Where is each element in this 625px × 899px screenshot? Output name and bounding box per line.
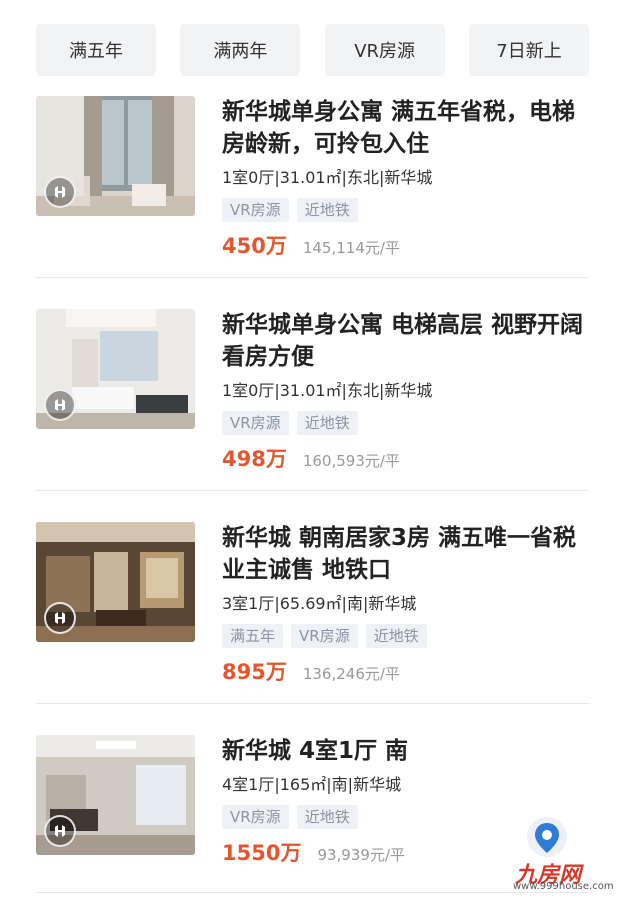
filter-man-wu-nian[interactable]: 满五年 [36, 24, 156, 76]
filter-new-7-days[interactable]: 7日新上 [468, 24, 589, 76]
list-item[interactable]: 新华城单身公寓 电梯高层 视野开阔 看房方便 1室0厅|31.01㎡|东北|新华… [36, 309, 589, 471]
vr-badge-icon [44, 176, 76, 208]
watermark-url: www.999house.com [513, 881, 614, 892]
tag-near-subway: 近地铁 [365, 624, 427, 648]
vr-badge-icon [44, 389, 76, 421]
list-item[interactable]: 新华城 朝南居家3房 满五唯一省税 业主诚售 地铁口 3室1厅|65.69㎡|南… [36, 522, 589, 684]
unit-price: 160,593元/平 [302, 452, 400, 470]
filter-vr[interactable]: VR房源 [324, 24, 445, 76]
listing-tags: 满五年 VR房源 近地铁 [222, 624, 589, 648]
unit-price: 145,114元/平 [302, 239, 400, 257]
listing-meta: 4室1厅|165㎡|南|新华城 [222, 775, 402, 794]
filter-bar: 满五年 满两年 VR房源 7日新上 [36, 24, 589, 76]
tag-man-wu-nian: 满五年 [222, 624, 284, 648]
total-price: 450万 [222, 234, 287, 258]
divider [36, 490, 589, 491]
listing-photo[interactable] [36, 96, 195, 216]
listing-info: 新华城单身公寓 满五年省税，电梯房龄新，可拎包入住 1室0厅|31.01㎡|东北… [222, 96, 589, 260]
price-row: 450万 145,114元/平 [222, 230, 589, 260]
vr-badge-icon [44, 602, 76, 634]
listing-title[interactable]: 新华城单身公寓 满五年省税，电梯房龄新，可拎包入住 [222, 96, 589, 160]
price-row: 895万 136,246元/平 [222, 656, 589, 686]
listing-title[interactable]: 新华城单身公寓 电梯高层 视野开阔 看房方便 [222, 309, 589, 373]
unit-price: 93,939元/平 [317, 846, 405, 864]
listing-title[interactable]: 新华城 朝南居家3房 满五唯一省税 业主诚售 地铁口 [222, 522, 589, 586]
listing-meta: 3室1厅|65.69㎡|南|新华城 [222, 594, 417, 613]
listing-meta: 1室0厅|31.01㎡|东北|新华城 [222, 381, 433, 400]
tag-vr: VR房源 [222, 411, 289, 435]
tag-near-subway: 近地铁 [296, 198, 358, 222]
tag-vr: VR房源 [291, 624, 358, 648]
listing-title[interactable]: 新华城 4室1厅 南 [222, 735, 589, 767]
filter-man-liang-nian[interactable]: 满两年 [180, 24, 301, 76]
tag-near-subway: 近地铁 [296, 805, 358, 829]
vr-badge-icon [44, 815, 76, 847]
listing-photo[interactable] [36, 735, 195, 855]
total-price: 895万 [222, 660, 287, 684]
listing-photo[interactable] [36, 522, 195, 642]
listing-info: 新华城单身公寓 电梯高层 视野开阔 看房方便 1室0厅|31.01㎡|东北|新华… [222, 309, 589, 473]
total-price: 1550万 [222, 841, 302, 865]
listing-tags: VR房源 近地铁 [222, 198, 589, 222]
price-row: 498万 160,593元/平 [222, 443, 589, 473]
divider [36, 277, 589, 278]
listing-tags: VR房源 近地铁 [222, 411, 589, 435]
listing-meta: 1室0厅|31.01㎡|东北|新华城 [222, 168, 433, 187]
tag-near-subway: 近地铁 [296, 411, 358, 435]
watermark-logo: 九房网 www.999house.com [507, 813, 617, 893]
unit-price: 136,246元/平 [302, 665, 400, 683]
total-price: 498万 [222, 447, 287, 471]
listing-photo[interactable] [36, 309, 195, 429]
divider [36, 703, 589, 704]
tag-vr: VR房源 [222, 805, 289, 829]
tag-vr: VR房源 [222, 198, 289, 222]
list-item[interactable]: 新华城单身公寓 满五年省税，电梯房龄新，可拎包入住 1室0厅|31.01㎡|东北… [36, 96, 589, 258]
listing-info: 新华城 朝南居家3房 满五唯一省税 业主诚售 地铁口 3室1厅|65.69㎡|南… [222, 522, 589, 686]
